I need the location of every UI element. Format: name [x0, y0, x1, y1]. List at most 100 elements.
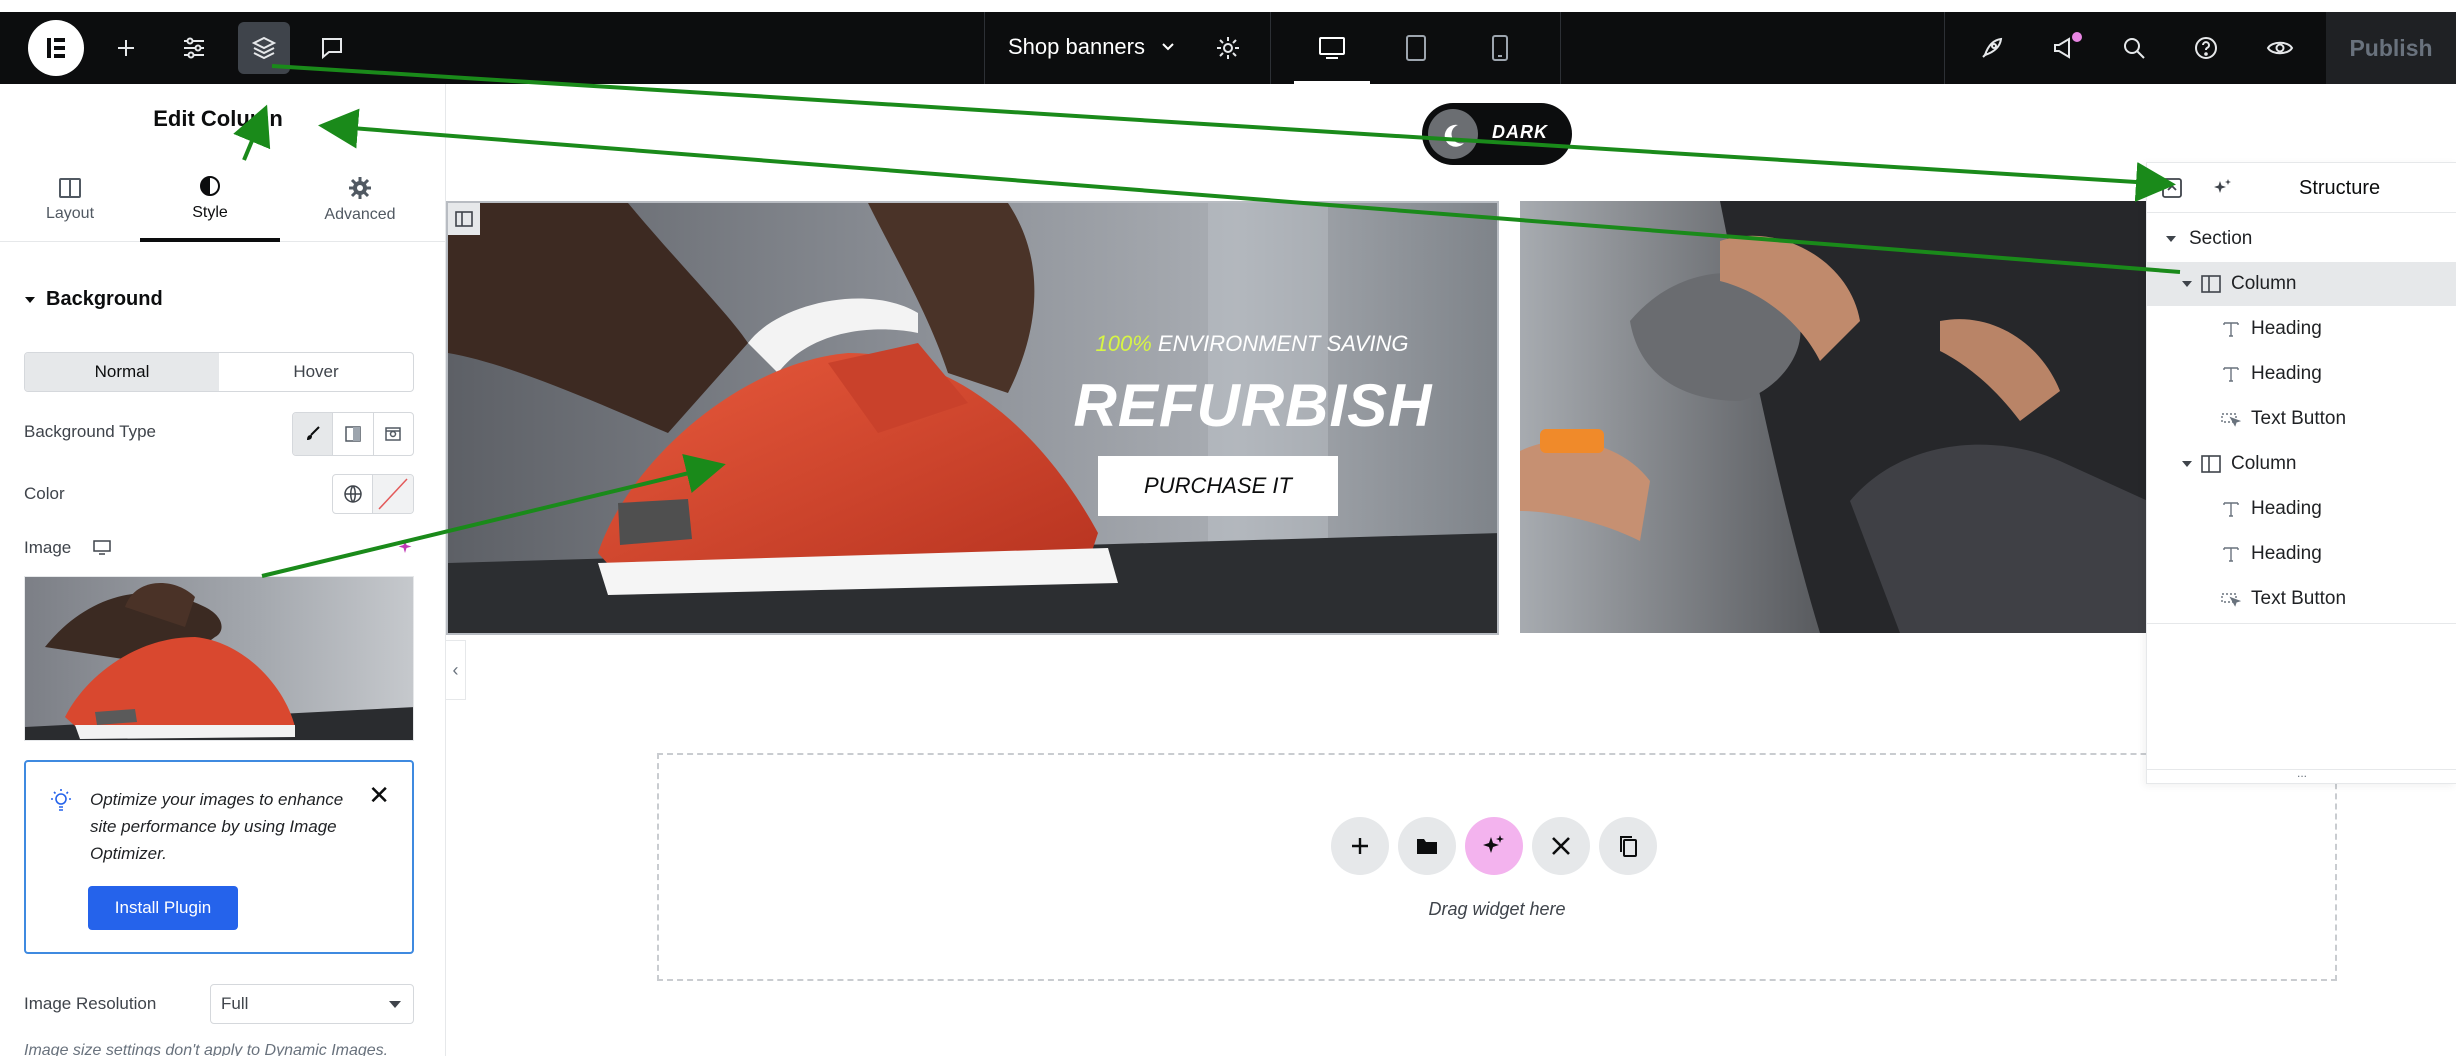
ai-sparkle-icon[interactable]: [396, 538, 414, 556]
tab-layout-label: Layout: [45, 205, 95, 222]
image-label-row: Image: [24, 538, 111, 558]
gradient-icon[interactable]: [333, 413, 374, 455]
color-control: [332, 474, 414, 514]
structure-item-label: Section: [2189, 228, 2253, 249]
site-settings-icon[interactable]: [168, 22, 220, 74]
top-margin: [0, 0, 2456, 12]
panel-title: Edit Column: [153, 106, 283, 131]
add-section-plus-icon[interactable]: [1331, 817, 1389, 875]
banner-column-refurbish[interactable]: 100% ENVIRONMENT SAVING REFURBISH PURCHA…: [446, 201, 1499, 635]
publish-button[interactable]: Publish: [2326, 12, 2456, 84]
ai-sparkle-icon[interactable]: [2211, 177, 2233, 199]
lightbulb-icon: [51, 789, 71, 811]
help-icon[interactable]: [2180, 22, 2232, 74]
hover-state-tab[interactable]: Hover: [219, 353, 413, 391]
tab-advanced-label: Advanced: [324, 206, 396, 223]
preview-eye-icon[interactable]: [2254, 22, 2306, 74]
structure-item-label: Column: [2231, 273, 2297, 294]
color-swatch[interactable]: [372, 475, 413, 513]
add-section-dropzone[interactable]: Drag widget here: [657, 753, 2337, 981]
structure-item-column[interactable]: Column: [2147, 262, 2456, 306]
purchase-button[interactable]: PURCHASE IT: [1098, 456, 1338, 516]
structure-item-text-button[interactable]: Text Button: [2147, 397, 2456, 441]
comments-icon[interactable]: [306, 22, 358, 74]
document-title-dropdown[interactable]: Shop banners: [1008, 34, 1177, 60]
stretching-photo-background: [1520, 201, 2148, 633]
tab-advanced[interactable]: Advanced: [290, 158, 430, 242]
collapse-panel-chevron-left-icon[interactable]: ‹: [446, 640, 466, 700]
paste-copy-icon[interactable]: [1599, 817, 1657, 875]
structure-divider: [2147, 623, 2456, 624]
whats-new-megaphone-icon[interactable]: [2038, 22, 2090, 74]
button-click-icon: [2217, 410, 2245, 428]
template-library-folder-icon[interactable]: [1398, 817, 1456, 875]
button-click-icon: [2217, 590, 2245, 608]
background-section-header[interactable]: Background: [24, 288, 163, 311]
structure-item-label: Column: [2231, 453, 2297, 474]
dropzone-actions: [1331, 817, 1657, 875]
background-image-preview[interactable]: [24, 576, 414, 741]
slideshow-image-icon[interactable]: [374, 413, 413, 455]
structure-item-heading[interactable]: Heading: [2147, 532, 2456, 576]
notification-dot: [2072, 32, 2082, 42]
page-settings-gear-icon[interactable]: [1202, 22, 1254, 74]
banner-heading: REFURBISH: [1073, 372, 1433, 439]
banner-column-stretch[interactable]: [1520, 201, 2148, 633]
resize-handle[interactable]: ...: [2147, 767, 2456, 783]
structure-item-heading[interactable]: Heading: [2147, 352, 2456, 396]
image-resolution-select[interactable]: Full: [210, 984, 414, 1024]
heading-icon: [2217, 500, 2245, 518]
image-optimizer-notice: Optimize your images to enhance site per…: [24, 760, 414, 954]
structure-item-label: Heading: [2251, 543, 2322, 564]
subheading-text: ENVIRONMENT SAVING: [1151, 331, 1409, 356]
structure-header: Structure: [2147, 163, 2456, 213]
structure-item-column[interactable]: Column: [2147, 442, 2456, 486]
structure-item-label: Text Button: [2251, 588, 2347, 609]
add-element-icon[interactable]: [100, 22, 152, 74]
tab-layout[interactable]: Layout: [0, 158, 140, 242]
ai-sparkle-icon[interactable]: [1465, 817, 1523, 875]
collapse-panel-icon[interactable]: [2161, 177, 2183, 199]
structure-layers-icon[interactable]: [238, 22, 290, 74]
caret-down-icon[interactable]: [2177, 279, 2197, 289]
responsive-desktop-icon[interactable]: [93, 540, 111, 556]
elementor-logo-icon[interactable]: [28, 20, 84, 76]
structure-title: Structure: [2299, 177, 2381, 199]
dark-mode-toggle[interactable]: DARK: [1422, 103, 1572, 165]
background-type-label: Background Type: [24, 422, 156, 441]
heading-icon: [2217, 545, 2245, 563]
tablet-view-icon[interactable]: [1378, 20, 1454, 76]
image-size-hint: Image size settings don't apply to Dynam…: [24, 1042, 389, 1056]
color-label: Color: [24, 484, 65, 503]
dark-mode-knob: [1428, 109, 1478, 159]
subheading-accent: 100%: [1095, 331, 1152, 356]
editor-toolbar: Shop banners Publish: [0, 12, 2456, 84]
background-section-title: Background: [46, 288, 163, 310]
search-icon[interactable]: [2108, 22, 2160, 74]
column-icon: [2197, 455, 2225, 473]
heading-icon: [2217, 320, 2245, 338]
global-colors-icon[interactable]: [333, 475, 372, 513]
install-plugin-button[interactable]: Install Plugin: [88, 886, 238, 930]
caret-down-icon[interactable]: [2177, 459, 2197, 469]
dark-mode-label: DARK: [1492, 122, 1548, 142]
structure-item-heading[interactable]: Heading: [2147, 487, 2456, 531]
x-social-icon[interactable]: [1532, 817, 1590, 875]
tab-style[interactable]: Style: [140, 158, 280, 242]
close-icon[interactable]: ✕: [368, 780, 390, 811]
tab-style-label: Style: [192, 204, 228, 221]
structure-item-label: Heading: [2251, 498, 2322, 519]
mobile-view-icon[interactable]: [1462, 20, 1538, 76]
desktop-view-icon[interactable]: [1294, 20, 1370, 84]
column-handle-icon[interactable]: [448, 203, 480, 235]
structure-item-section[interactable]: Section: [2147, 217, 2456, 261]
rocket-launch-icon[interactable]: [1966, 22, 2018, 74]
caret-down-icon[interactable]: [2161, 234, 2181, 244]
classic-brush-icon[interactable]: [293, 413, 334, 455]
normal-state-tab[interactable]: Normal: [25, 353, 219, 391]
structure-item-text-button[interactable]: Text Button: [2147, 577, 2456, 621]
state-switcher: Normal Hover: [24, 352, 414, 392]
document-title: Shop banners: [1008, 34, 1145, 59]
caret-down-icon: [25, 296, 35, 303]
structure-item-heading[interactable]: Heading: [2147, 307, 2456, 351]
